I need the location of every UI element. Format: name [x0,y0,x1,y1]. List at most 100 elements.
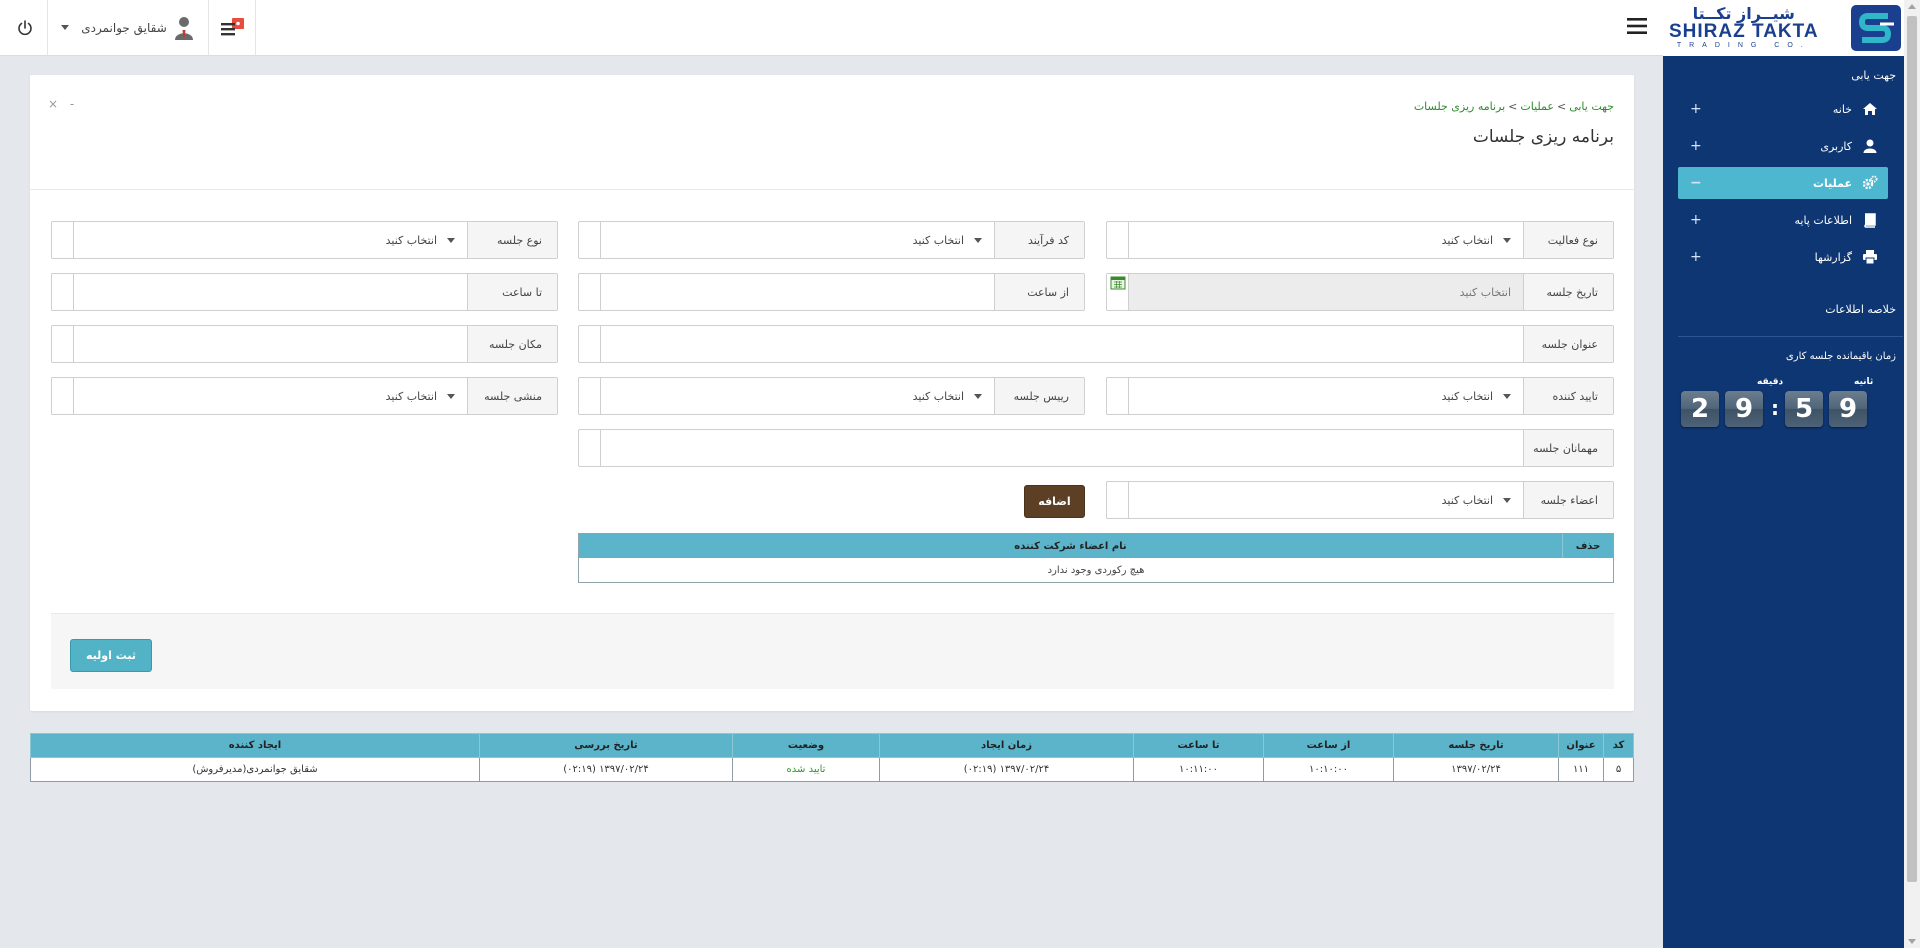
scroll-down-icon[interactable] [1908,939,1916,944]
guests-field[interactable]: مهمانان جلسه [578,429,1614,467]
select-value[interactable]: انتخاب کنید [74,378,467,414]
breadcrumb-item[interactable]: برنامه ریزی جلسات [1414,100,1505,113]
field-label: رییس جلسه [994,378,1084,414]
text-input[interactable] [601,430,1523,466]
column-header[interactable]: زمان ایجاد [879,733,1134,758]
page-scrollbar[interactable] [1904,0,1920,948]
select-value[interactable]: انتخاب کنید [1129,482,1523,518]
user-menu[interactable]: شقایق جوانمردی [48,0,209,55]
column-header[interactable]: از ساعت [1263,733,1394,758]
calendar-button[interactable] [1107,274,1129,310]
members-select[interactable]: اعضاء جلسه انتخاب کنید [1106,481,1614,519]
column-header[interactable]: تاریخ جلسه [1393,733,1559,758]
notifications-button[interactable] [209,0,256,55]
sidebar-item-user[interactable]: + کاربری [1678,130,1888,162]
sidebar: شیــراز تکــتا SHIRAZ TAKTA TRADING CO. … [1663,0,1904,948]
meeting-title-field[interactable]: عنوان جلسه [578,325,1614,363]
summary-title[interactable]: خلاصه اطلاعات [1825,303,1896,316]
minimize-panel-icon[interactable]: - [70,97,74,111]
column-header[interactable]: عنوان [1558,733,1604,758]
meeting-date-field[interactable]: تاریخ جلسه انتخاب کنید [1106,273,1614,311]
approver-select[interactable]: تایید کننده انتخاب کنید [1106,377,1614,415]
column-header[interactable]: ایجاد کننده [30,733,480,758]
time-input[interactable] [74,274,467,310]
sidebar-nav-title: جهت یابی [1851,69,1896,82]
sidebar-item-label: اطلاعات پایه [1794,213,1852,227]
meeting-type-select[interactable]: نوع جلسه انتخاب کنید [51,221,558,259]
power-button[interactable] [2,0,48,55]
field-label: عنوان جلسه [1523,326,1613,362]
sidebar-item-reports[interactable]: + گزارشها [1678,241,1888,273]
select-value[interactable]: انتخاب کنید [1129,222,1523,258]
close-panel-icon[interactable]: × [48,97,58,111]
breadcrumb: جهت یابی>عملیات>برنامه ریزی جلسات [1414,100,1614,113]
column-header: نام اعضاء شرکت کننده [579,534,1563,558]
field-label: از ساعت [994,274,1084,310]
timer-colon: : [1771,396,1779,420]
members-table: نام اعضاء شرکت کننده حذف هیچ رکوردی وجود… [578,533,1614,583]
table-header-row: کد عنوان تاریخ جلسه از ساعت تا ساعت زمان… [30,733,1634,758]
timer-minute-tens: 2 [1681,391,1719,427]
column-header[interactable]: کد [1603,733,1634,758]
seconds-label: ثانیه [1854,377,1874,387]
field-addon [579,274,601,310]
add-member-button[interactable]: اضافه [1024,485,1085,518]
to-time-field[interactable]: تا ساعت [51,273,558,311]
home-icon [1863,103,1877,115]
chevron-down-icon [447,394,455,399]
cell-status: تایید شده [732,757,880,782]
process-code-select[interactable]: کد فرآیند انتخاب کنید [578,221,1085,259]
field-label: نوع فعالیت [1523,222,1613,258]
activity-type-select[interactable]: نوع فعالیت انتخاب کنید [1106,221,1614,259]
chevron-down-icon [974,394,982,399]
expand-icon: + [1690,249,1702,265]
sidebar-item-base-info[interactable]: + اطلاعات پایه [1678,204,1888,236]
sidebar-item-operations[interactable]: − عملیات [1678,167,1888,199]
time-input[interactable] [601,274,994,310]
breadcrumb-item[interactable]: عملیات [1520,100,1554,113]
scroll-up-icon[interactable] [1908,4,1916,9]
chairman-select[interactable]: رییس جلسه انتخاب کنید [578,377,1085,415]
text-input[interactable] [74,326,467,362]
breadcrumb-separator: > [1508,100,1518,113]
field-label: اعضاء جلسه [1523,482,1613,518]
user-name: شقایق جوانمردی [81,20,167,35]
field-addon [1107,378,1129,414]
column-header[interactable]: تا ساعت [1133,733,1264,758]
initial-submit-button[interactable]: ثبت اولیه [70,639,152,672]
cell-to-time: ۱۰:۱۱:۰۰ [1133,757,1264,782]
empty-message: هیچ رکوردی وجود ندارد [1047,564,1145,576]
expand-icon: + [1690,138,1702,154]
scrollbar-thumb[interactable] [1907,16,1917,882]
user-icon [1863,139,1877,153]
select-value[interactable]: انتخاب کنید [601,222,994,258]
collapse-icon: − [1690,175,1702,191]
field-label: تاریخ جلسه [1523,274,1613,310]
sidebar-item-home[interactable]: + خانه [1678,93,1888,125]
column-header[interactable]: وضعیت [732,733,880,758]
panel-header: × - جهت یابی>عملیات>برنامه ریزی جلسات بر… [30,75,1634,190]
meeting-place-field[interactable]: مکان جلسه [51,325,558,363]
text-input[interactable] [601,326,1523,362]
secretary-select[interactable]: منشی جلسه انتخاب کنید [51,377,558,415]
cell-review-date: ۱۳۹۷/۰۲/۲۴ (۰۲:۱۹) [479,757,733,782]
field-addon [1107,222,1129,258]
cell-meeting-date: ۱۳۹۷/۰۲/۲۴ [1393,757,1559,782]
field-addon [579,430,601,466]
sidebar-toggle-button[interactable] [1623,12,1651,40]
select-value[interactable]: انتخاب کنید [601,378,994,414]
from-time-field[interactable]: از ساعت [578,273,1085,311]
gears-icon [1862,175,1878,190]
logo-persian: شیــراز تکــتا [1692,4,1795,23]
breadcrumb-item[interactable]: جهت یابی [1569,100,1614,113]
logo[interactable]: شیــراز تکــتا SHIRAZ TAKTA TRADING CO. [1663,0,1904,56]
book-icon [1864,213,1876,228]
column-header[interactable]: تاریخ بررسی [479,733,733,758]
table-row[interactable]: ۵ ۱۱۱ ۱۳۹۷/۰۲/۲۴ ۱۰:۱۰:۰۰ ۱۰:۱۱:۰۰ ۱۳۹۷/… [30,757,1634,782]
chevron-down-icon [447,238,455,243]
minutes-label: دقیقه [1757,377,1784,387]
select-value[interactable]: انتخاب کنید [1129,378,1523,414]
date-input[interactable]: انتخاب کنید [1129,274,1523,310]
field-label: مهمانان جلسه [1523,430,1613,466]
select-value[interactable]: انتخاب کنید [74,222,467,258]
